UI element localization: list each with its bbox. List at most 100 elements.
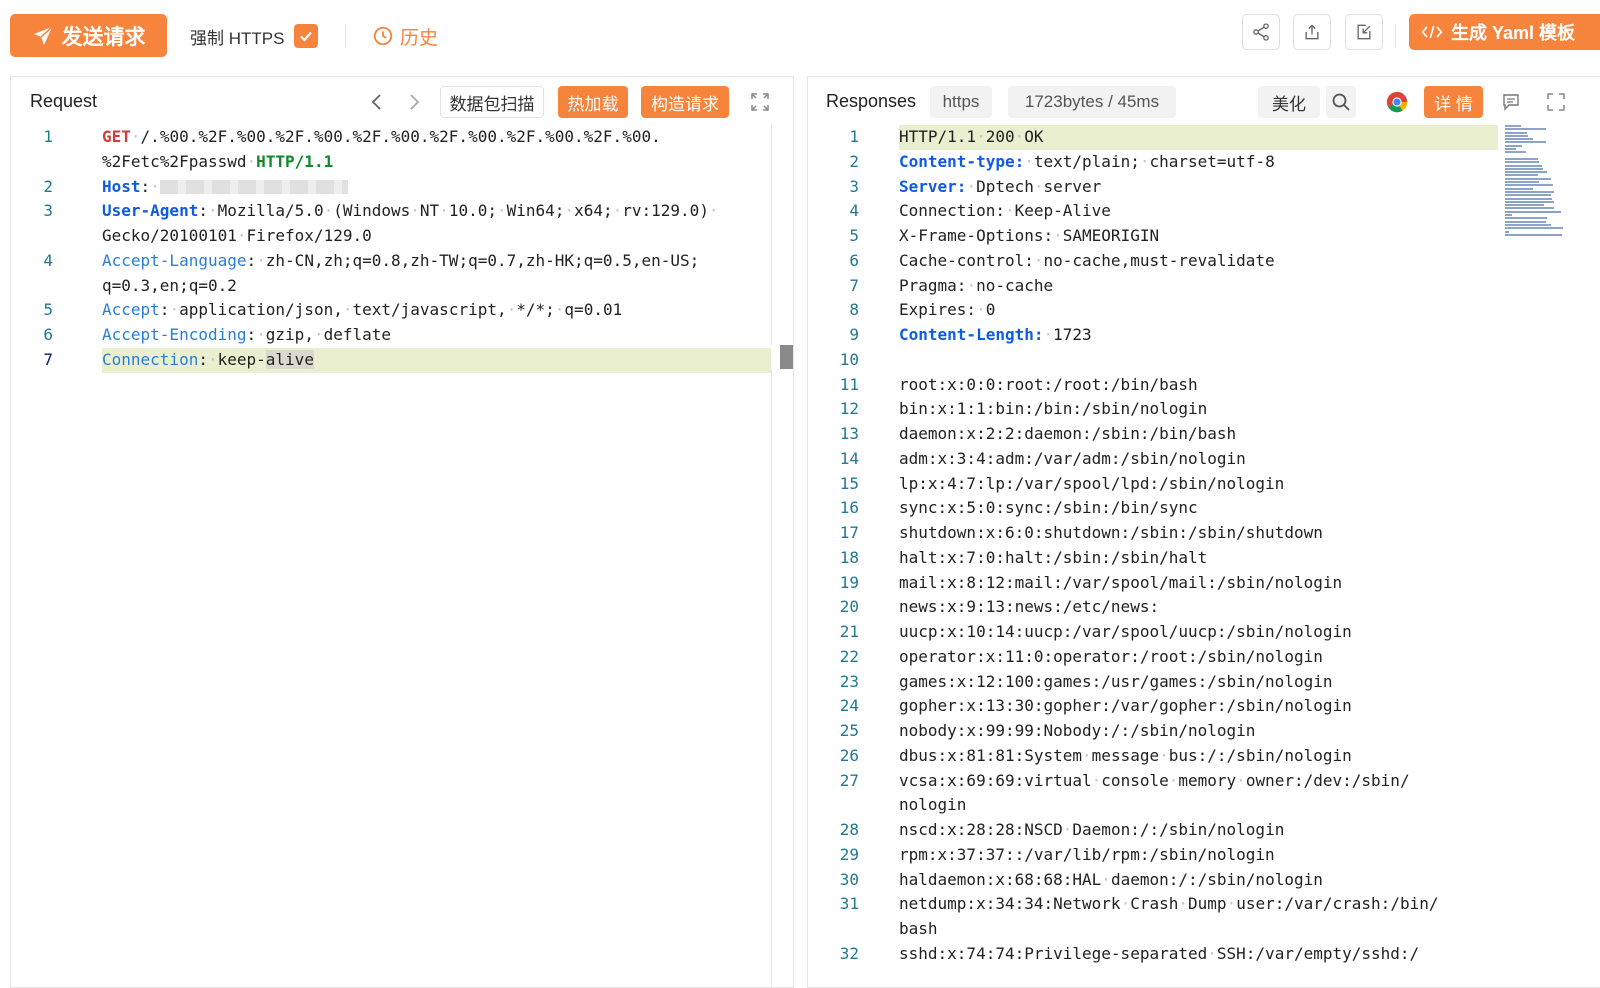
line-text: adm:x:3:4:adm:/var/adm:/sbin/nologin	[899, 447, 1246, 472]
line-number: 20	[839, 597, 859, 617]
beautify-button[interactable]: 美化	[1258, 86, 1320, 118]
code-token: Accept-Encoding	[102, 325, 247, 344]
history-button[interactable]: 历史	[372, 22, 438, 50]
line-number: 5	[43, 300, 53, 320]
line-text: nologin	[899, 793, 966, 818]
code-token: dbus:x:81:81:System·message·bus:/:/sbin/…	[899, 745, 1352, 765]
code-line: 14 adm:x:3:4:adm:/var/adm:/sbin/nologin	[808, 447, 1498, 472]
minimap-line	[1505, 161, 1539, 164]
line-text: sync:x:5:0:sync:/sbin:/bin/sync	[899, 496, 1198, 521]
code-token: alive	[265, 349, 314, 369]
code-line: 21 uucp:x:10:14:uucp:/var/spool/uucp:/sbi…	[808, 620, 1498, 645]
previous-button[interactable]	[365, 90, 389, 114]
construct-request-button[interactable]: 构造请求	[641, 86, 729, 118]
line-text: mail:x:8:12:mail:/var/spool/mail:/sbin/n…	[899, 571, 1342, 596]
line-number: 25	[839, 721, 859, 740]
minimap-line	[1505, 233, 1562, 236]
hot-reload-button[interactable]: 热加载	[558, 86, 628, 118]
response-minimap[interactable]	[1505, 125, 1565, 236]
code-token: Server:	[899, 176, 967, 196]
comment-button[interactable]	[1499, 90, 1523, 114]
line-text: Content-Length:·1723	[899, 323, 1092, 348]
code-token: :·keep-	[198, 349, 266, 369]
line-number: 6	[849, 250, 859, 270]
code-token: uucp:x:10:14:uucp:/var/spool/uucp:/sbin/…	[899, 622, 1352, 641]
code-line: 32 sshd:x:74:74:Privilege-separated·SSH:/…	[808, 942, 1498, 967]
line-number: 9	[849, 325, 859, 344]
chrome-icon	[1386, 91, 1408, 113]
line-text: q=0.3,en;q=0.2	[102, 274, 237, 299]
next-button[interactable]	[402, 90, 426, 114]
minimap-line	[1505, 220, 1546, 223]
export-button[interactable]	[1293, 14, 1331, 50]
line-number: 1	[849, 127, 859, 146]
send-icon	[33, 25, 53, 45]
open-in-browser-button[interactable]	[1385, 90, 1409, 114]
packet-scan-button[interactable]: 数据包扫描	[440, 86, 544, 118]
minimap-line	[1505, 230, 1510, 233]
code-token: Content-Length:	[899, 325, 1044, 344]
generate-yaml-button[interactable]: 生成 Yaml 模板	[1409, 14, 1600, 50]
code-line: 3 User-Agent:·Mozilla/5.0·(Windows·NT·10.…	[11, 199, 771, 224]
line-text: rpm:x:37:37::/var/lib/rpm:/sbin/nologin	[899, 843, 1275, 868]
line-number: 3	[43, 201, 53, 221]
toolbar-divider	[345, 24, 346, 48]
code-token: %2Fetc%2Fpasswd·	[102, 151, 257, 171]
line-text: haldaemon:x:68:68:HAL·daemon:/:/sbin/nol…	[899, 868, 1323, 893]
code-token: rpm:x:37:37::/var/lib/rpm:/sbin/nologin	[899, 844, 1275, 864]
line-number: 32	[839, 943, 859, 963]
check-icon	[300, 31, 313, 42]
line-text: sshd:x:74:74:Privilege-separated·SSH:/va…	[899, 942, 1419, 967]
line-number: 13	[839, 424, 859, 443]
line-number: 26	[839, 745, 859, 765]
line-number: 15	[839, 473, 859, 493]
line-text: bin:x:1:1:bin:/bin:/sbin/nologin	[899, 397, 1207, 422]
share-button[interactable]	[1242, 14, 1280, 50]
code-line: 23 games:x:12:100:games:/usr/games:/sbin/…	[808, 670, 1498, 695]
import-button[interactable]	[1345, 14, 1383, 50]
detail-button[interactable]: 详 情	[1424, 86, 1483, 118]
code-token: adm:x:3:4:adm:/var/adm:/sbin/nologin	[899, 448, 1246, 468]
force-https-checkbox[interactable]	[294, 24, 319, 48]
request-scrollbar-thumb[interactable]	[771, 345, 793, 369]
code-line: 19 mail:x:8:12:mail:/var/spool/mail:/sbin…	[808, 571, 1498, 596]
code-line: 27 vcsa:x:69:69:virtual·console·memory·ow…	[808, 769, 1498, 794]
response-fullscreen-button[interactable]	[1544, 90, 1568, 114]
code-token: ·text/plain;·charset=utf-8	[1024, 151, 1275, 171]
code-token: GET	[102, 127, 131, 146]
expand-icon	[751, 93, 769, 111]
code-token: gopher:x:13:30:gopher:/var/gopher:/sbin/…	[899, 696, 1352, 716]
response-editor[interactable]: 1 HTTP/1.1·200·OK 2 Content-type:·text/plai…	[808, 125, 1498, 967]
code-line: nologin	[808, 793, 1498, 818]
line-text: shutdown:x:6:0:shutdown:/sbin:/sbin/shut…	[899, 521, 1323, 546]
line-text: X-Frame-Options:·SAMEORIGIN	[899, 224, 1159, 249]
code-token: User-Agent	[102, 201, 199, 221]
code-token: news:x:9:13:news:/etc/news:	[899, 597, 1160, 617]
line-number: 30	[839, 869, 859, 889]
code-line: 15 lp:x:4:7:lp:/var/spool/lpd:/sbin/nolog…	[808, 472, 1498, 497]
code-token: shutdown:x:6:0:shutdown:/sbin:/sbin/shut…	[899, 523, 1323, 542]
request-editor[interactable]: 1 GET·/.%00.%2F.%00.%2F.%00.%2F.%00.%2F.%…	[11, 125, 771, 373]
line-number: 14	[839, 448, 859, 468]
code-token: Connection:·Keep-Alive	[899, 201, 1111, 221]
request-scrollbar-track[interactable]	[771, 125, 772, 987]
code-token: ·/.%00.%2F.%00.%2F.%00.%2F.%00.%2F.%00.%…	[130, 127, 661, 146]
request-fullscreen-button[interactable]	[748, 90, 772, 114]
search-button[interactable]	[1326, 86, 1356, 118]
code-token: Accept-Language	[102, 250, 247, 270]
force-https-toggle[interactable]: 强制 HTTPS	[190, 22, 319, 50]
code-token: Accept	[102, 300, 160, 320]
send-request-button[interactable]: 发送请求	[10, 14, 167, 57]
line-text: Content-type:·text/plain;·charset=utf-8	[899, 150, 1275, 175]
code-token: Host	[102, 176, 141, 196]
code-token: ·1723	[1043, 325, 1092, 344]
minimap-line	[1505, 157, 1538, 160]
minimap-line	[1505, 194, 1552, 197]
line-text: User-Agent:·Mozilla/5.0·(Windows·NT·10.0…	[102, 199, 719, 224]
line-text: daemon:x:2:2:daemon:/sbin:/bin/bash	[899, 422, 1236, 447]
import-icon	[1357, 24, 1371, 40]
code-token: netdump:x:34:34:Network·Crash·Dump·user:…	[899, 894, 1439, 914]
minimap-line	[1505, 141, 1546, 144]
code-line: 2 Host:·	[11, 175, 771, 200]
code-line: 2 Content-type:·text/plain;·charset=utf-8	[808, 150, 1498, 175]
